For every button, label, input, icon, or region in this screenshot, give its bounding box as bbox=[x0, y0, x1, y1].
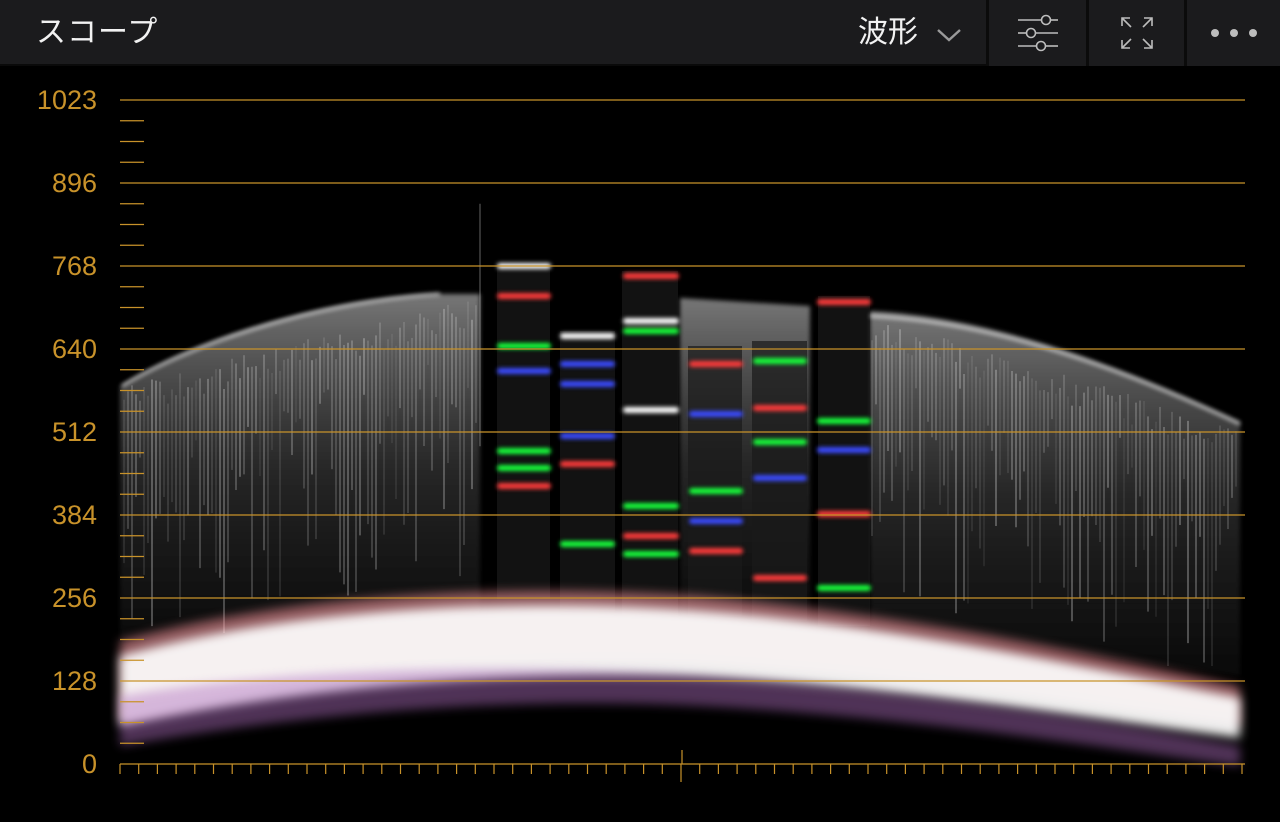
panel-title: スコープ bbox=[36, 15, 159, 50]
y-tick-label: 128 bbox=[52, 666, 97, 696]
more-dots-icon bbox=[1210, 29, 1257, 37]
y-tick-label: 896 bbox=[52, 168, 97, 198]
scope-settings-button[interactable] bbox=[986, 0, 1086, 66]
y-tick-label: 768 bbox=[52, 251, 97, 281]
chevron-down-icon[interactable] bbox=[936, 27, 962, 43]
waveform-trace bbox=[120, 203, 1241, 766]
panel-header: スコープ 波形 bbox=[0, 0, 1280, 66]
y-tick-label: 640 bbox=[52, 334, 97, 364]
y-axis-labels: 1023 896 768 640 512 384 256 128 0 bbox=[37, 85, 97, 779]
y-tick-label: 256 bbox=[52, 583, 97, 613]
more-options-button[interactable] bbox=[1184, 0, 1280, 66]
y-tick-label: 0 bbox=[82, 749, 97, 779]
scope-panel: スコープ 波形 1023 896 768 640 512 384 256 128… bbox=[0, 0, 1280, 822]
y-tick-label: 512 bbox=[52, 417, 97, 447]
waveform-canvas: 1023 896 768 640 512 384 256 128 0 bbox=[37, 85, 1245, 782]
expand-icon bbox=[1120, 17, 1153, 49]
waveform-scope: 1023 896 768 640 512 384 256 128 0 bbox=[0, 66, 1280, 822]
sliders-icon bbox=[1017, 14, 1058, 52]
y-tick-label: 1023 bbox=[37, 85, 97, 115]
y-tick-label: 384 bbox=[52, 500, 97, 530]
scope-mode-dropdown[interactable]: 波形 bbox=[858, 13, 918, 53]
expand-button[interactable] bbox=[1086, 0, 1184, 66]
